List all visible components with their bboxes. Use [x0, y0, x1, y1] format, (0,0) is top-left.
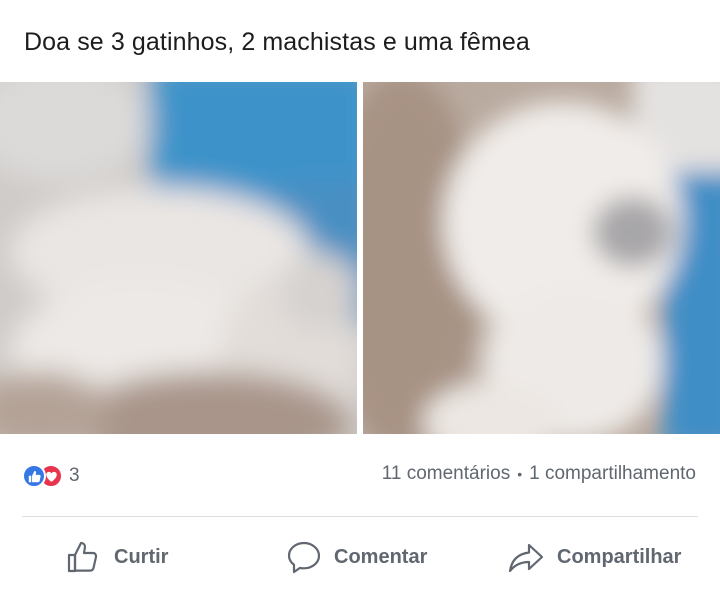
like-button[interactable]: Curtir: [66, 532, 168, 582]
reaction-summary[interactable]: 3: [22, 462, 80, 490]
comment-button[interactable]: Comentar: [286, 532, 427, 582]
shares-count-link[interactable]: 1 compartilhamento: [529, 463, 696, 485]
share-button[interactable]: Compartilhar: [507, 532, 681, 582]
post-actions-bar: Curtir Comentar Compartilhar: [0, 532, 720, 582]
reaction-count: 3: [69, 465, 80, 486]
share-button-label: Compartilhar: [557, 545, 682, 568]
comment-bubble-icon: [287, 541, 321, 574]
comments-count-link[interactable]: 11 comentários: [382, 463, 511, 485]
comment-button-label: Comentar: [334, 545, 428, 568]
kitten-photo-right[interactable]: [363, 82, 720, 434]
share-arrow-icon: [508, 543, 544, 573]
thumbs-up-icon: [67, 541, 98, 573]
post-text: Doa se 3 gatinhos, 2 machistas e uma fêm…: [24, 28, 530, 56]
photo-grid: [0, 82, 720, 434]
like-reaction-icon: [22, 464, 46, 488]
actions-divider: [22, 516, 698, 517]
post-stats: 11 comentários • 1 compartilhamento: [382, 463, 696, 485]
kitten-photo-left[interactable]: [0, 82, 357, 434]
like-button-label: Curtir: [114, 545, 169, 568]
stats-separator: •: [517, 466, 523, 482]
